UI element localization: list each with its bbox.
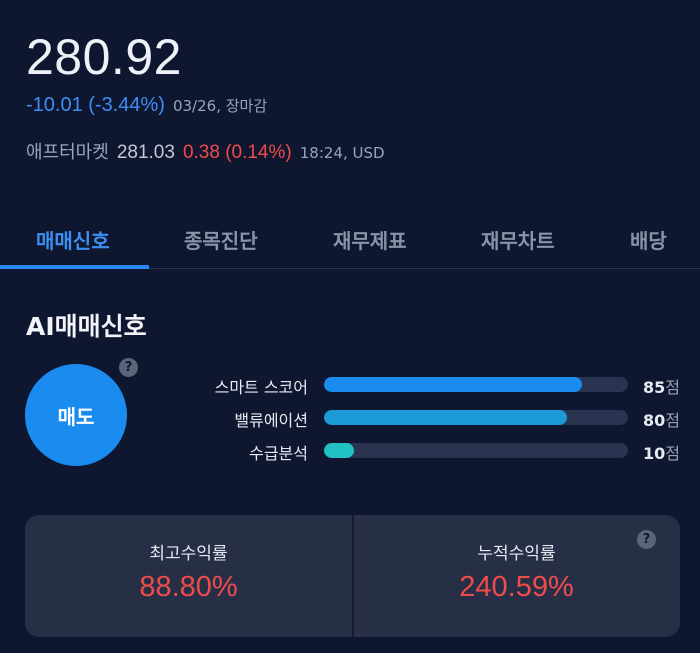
- score-bar-track: [324, 377, 628, 392]
- tab-dividend[interactable]: 배당: [630, 225, 667, 254]
- score-bar-fill: [324, 377, 583, 392]
- current-price: 280.92: [26, 29, 182, 85]
- after-market-price: 281.03: [116, 142, 175, 163]
- tab-financial-statements[interactable]: 재무제표: [333, 225, 407, 254]
- score-bar-track: [324, 443, 628, 458]
- score-row: 밸류에이션 80점: [150, 407, 680, 430]
- score-label: 밸류에이션: [234, 411, 308, 430]
- quote-date: 03/26, 장마감: [172, 97, 268, 115]
- score-number: 85: [643, 378, 666, 397]
- section-title: AI매매신호: [26, 312, 147, 341]
- score-number: 10: [643, 444, 666, 463]
- active-tab-indicator: [0, 265, 149, 269]
- score-unit: 점: [665, 378, 680, 397]
- after-market-time: 18:24, USD: [299, 144, 385, 162]
- tab-financial-charts[interactable]: 재무차트: [481, 225, 555, 254]
- price-change: -10.01 (-3.44%): [26, 94, 165, 116]
- score-row: 스마트 스코어 85점: [150, 374, 680, 397]
- score-unit: 점: [665, 444, 680, 463]
- score-value: 85점: [643, 374, 680, 398]
- cum-return-stat: 누적수익률 240.59%: [353, 515, 680, 637]
- signal-badge: 매도: [25, 364, 127, 466]
- question-icon[interactable]: ?: [119, 358, 138, 377]
- cum-return-value: 240.59%: [459, 571, 574, 603]
- tab-stock-diagnosis[interactable]: 종목진단: [184, 225, 258, 254]
- returns-card: 최고수익률 88.80% 누적수익률 240.59% ?: [25, 515, 680, 637]
- score-bar-fill: [324, 410, 568, 425]
- score-number: 80: [643, 411, 666, 430]
- score-value: 10점: [643, 440, 680, 464]
- score-unit: 점: [665, 411, 680, 430]
- max-return-value: 88.80%: [139, 571, 238, 603]
- signal-text: 매도: [57, 404, 95, 429]
- after-market-label: 애프터마켓: [26, 142, 109, 163]
- price-change-row: -10.01 (-3.44%) 03/26, 장마감: [26, 94, 267, 117]
- score-row: 수급분석 10점: [150, 440, 680, 463]
- score-value: 80점: [643, 407, 680, 431]
- score-label: 수급분석: [249, 444, 308, 463]
- tab-bar: 매매신호 종목진단 재무제표 재무차트 배당: [0, 213, 700, 269]
- after-market-change: 0.38 (0.14%): [182, 142, 292, 163]
- after-market-row: 애프터마켓 281.03 0.38 (0.14%) 18:24, USD: [26, 138, 385, 164]
- tab-trading-signal[interactable]: 매매신호: [36, 225, 110, 254]
- score-bar-fill: [324, 443, 355, 458]
- max-return-stat: 최고수익률 88.80%: [25, 515, 352, 637]
- max-return-label: 최고수익률: [149, 544, 228, 564]
- score-label: 스마트 스코어: [214, 378, 308, 397]
- question-icon[interactable]: ?: [637, 530, 656, 549]
- cum-return-label: 누적수익률: [477, 544, 556, 564]
- score-bar-track: [324, 410, 628, 425]
